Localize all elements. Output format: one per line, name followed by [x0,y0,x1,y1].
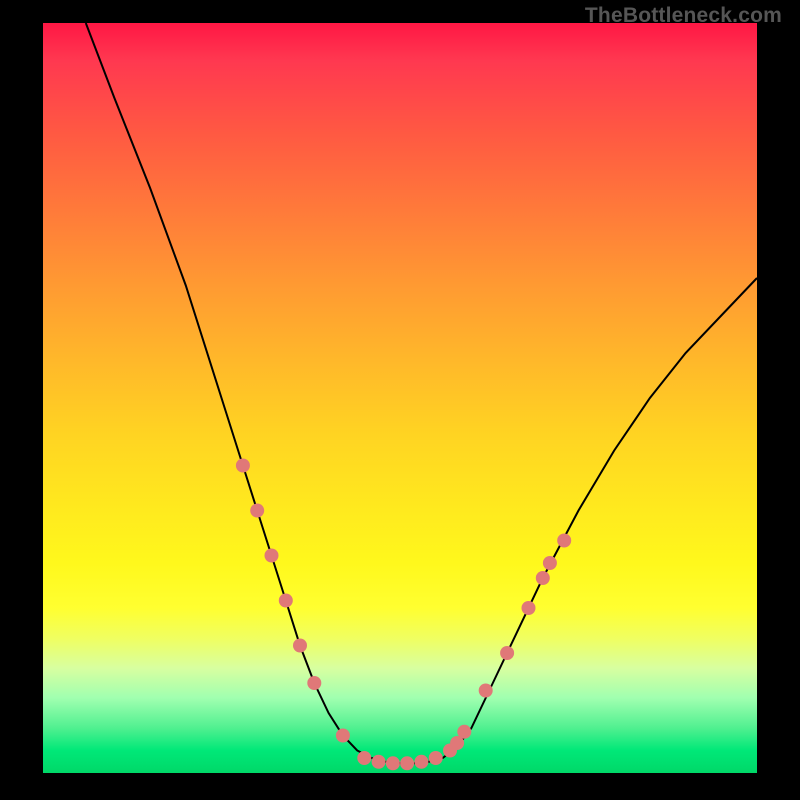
plot-area [43,23,757,773]
data-marker [265,549,279,563]
data-marker [357,751,371,765]
data-marker [372,755,386,769]
bottleneck-curve [86,23,757,763]
curve-svg [43,23,757,773]
watermark: TheBottleneck.com [585,4,782,28]
data-marker [557,534,571,548]
data-marker [543,556,557,570]
data-marker [429,751,443,765]
data-marker [307,676,321,690]
data-marker [500,646,514,660]
chart-container: TheBottleneck.com [0,0,800,800]
data-marker [457,725,471,739]
data-marker [400,756,414,770]
data-marker [386,756,400,770]
data-marker [536,571,550,585]
data-marker [414,755,428,769]
data-marker [250,504,264,518]
data-marker [279,594,293,608]
data-marker [236,459,250,473]
data-marker [522,601,536,615]
data-marker [336,729,350,743]
data-marker [293,639,307,653]
data-markers [236,459,571,771]
data-marker [479,684,493,698]
